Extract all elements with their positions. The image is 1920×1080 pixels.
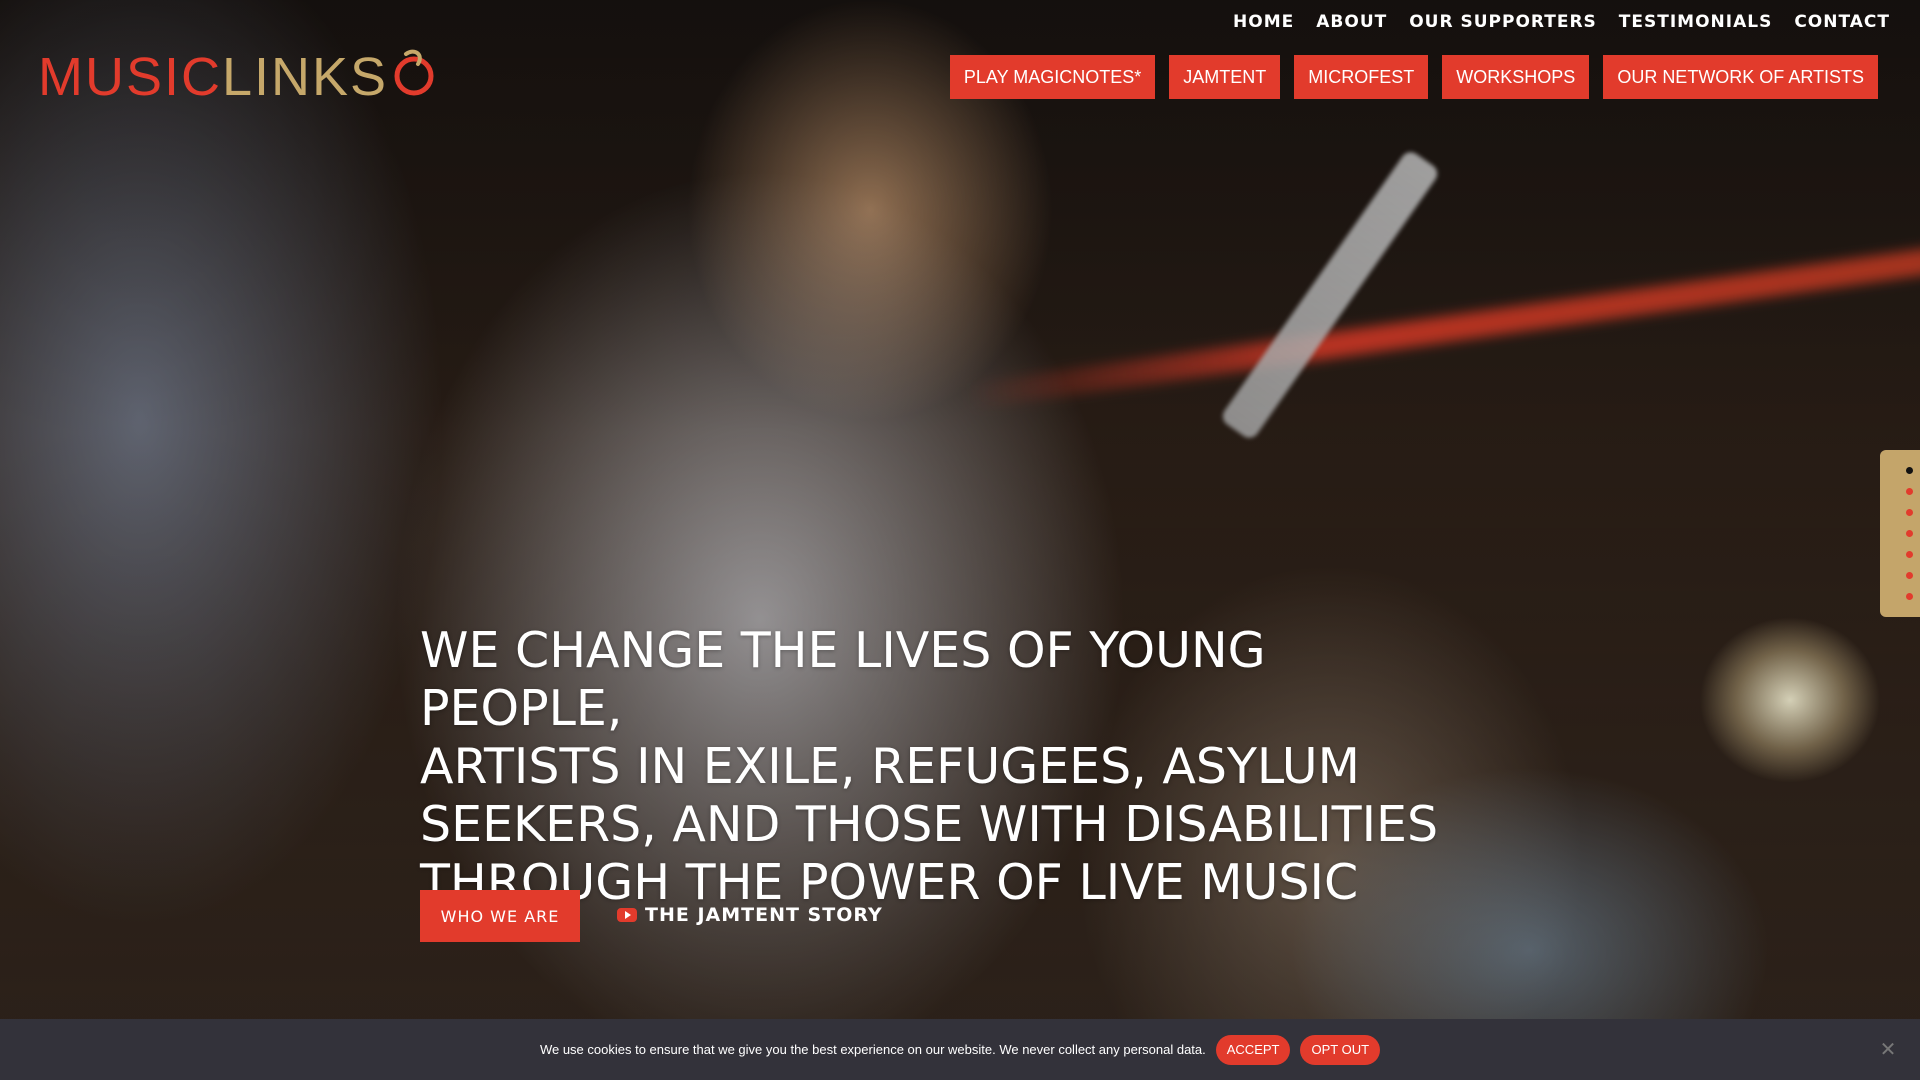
section-dot-navigation [1880,450,1920,617]
nav-workshops-button[interactable]: WORKSHOPS [1442,55,1590,99]
jamtent-story-link[interactable]: THE JAMTENT STORY [617,900,883,930]
section-dot-5[interactable] [1905,551,1913,558]
section-dot-4[interactable] [1905,530,1913,537]
logo-text-links: LINKS [222,47,389,107]
hero-shade [0,0,1920,1080]
main-navigation: PLAY MAGICNOTES* JAMTENT MICROFEST WORKS… [949,55,1878,99]
jamtent-story-label: THE JAMTENT STORY [645,904,883,926]
nav-testimonials[interactable]: TESTIMONIALS [1619,10,1773,34]
nav-play-magicnotes-button[interactable]: PLAY MAGICNOTES* [949,55,1156,99]
section-dot-3[interactable] [1905,509,1913,516]
cookie-notice-text: We use cookies to ensure that we give yo… [539,1042,1206,1057]
who-we-are-button[interactable]: WHO WE ARE [420,890,580,942]
nav-our-supporters[interactable]: OUR SUPPORTERS [1409,10,1597,34]
logo-text-music: MUSIC [38,47,222,107]
youtube-icon [617,908,637,922]
nav-jamtent-button[interactable]: JAMTENT [1169,55,1281,99]
nav-microfest-button[interactable]: MICROFEST [1294,55,1429,99]
headline-line-1: WE CHANGE THE LIVES OF YOUNG PEOPLE, [420,622,1266,737]
nav-network-of-artists-button[interactable]: OUR NETWORK OF ARTISTS [1603,55,1878,99]
hero-background [0,0,1920,1080]
headline-line-2: ARTISTS IN EXILE, REFUGEES, ASYLUM [420,738,1360,795]
nav-about[interactable]: ABOUT [1316,10,1387,34]
site-logo[interactable]: MUSIC LINKS [38,38,436,104]
close-icon[interactable]: ✕ [1878,1039,1898,1059]
section-dot-7[interactable] [1905,593,1913,600]
section-dot-2[interactable] [1905,488,1913,495]
nav-home[interactable]: HOME [1233,10,1294,34]
cookie-consent-bar: We use cookies to ensure that we give yo… [0,1019,1920,1080]
section-dot-6[interactable] [1905,572,1913,579]
nav-contact[interactable]: CONTACT [1794,10,1890,34]
cookie-opt-out-button[interactable]: OPT OUT [1300,1034,1381,1065]
section-dot-1[interactable] [1905,467,1913,474]
top-navigation: HOME ABOUT OUR SUPPORTERS TESTIMONIALS C… [1233,10,1890,34]
cookie-accept-button[interactable]: ACCEPT [1215,1034,1291,1065]
headline-line-3: SEEKERS, AND THOSE WITH DISABILITIES [420,796,1439,853]
logo-swirl-icon [394,49,434,96]
hero-headline: WE CHANGE THE LIVES OF YOUNG PEOPLE, ART… [420,622,1440,912]
